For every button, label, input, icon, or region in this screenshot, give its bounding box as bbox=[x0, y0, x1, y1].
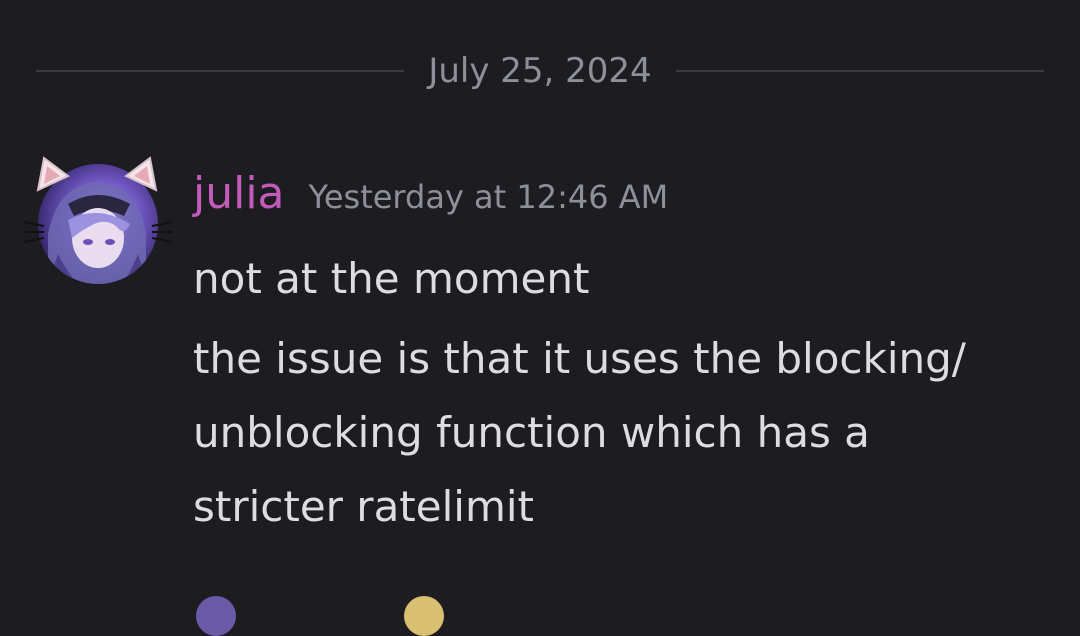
message-content[interactable]: the issue is that it uses the blocking/ … bbox=[193, 322, 1053, 544]
date-divider: July 25, 2024 bbox=[36, 48, 1045, 94]
cat-ear-icon bbox=[124, 156, 158, 192]
whiskers-icon bbox=[152, 221, 172, 243]
divider-line-left bbox=[36, 70, 405, 72]
avatar[interactable] bbox=[24, 156, 172, 292]
message-text: the issue is that it uses the blocking/ bbox=[193, 334, 966, 383]
message-header: julia Yesterday at 12:46 AM bbox=[193, 168, 1053, 236]
whiskers-icon bbox=[24, 221, 44, 243]
username[interactable]: julia bbox=[193, 168, 285, 219]
message-text: not at the moment bbox=[193, 254, 590, 303]
cat-ear-icon bbox=[36, 156, 70, 192]
message-content[interactable]: not at the moment bbox=[193, 242, 1053, 316]
message-text: unblocking function which has a bbox=[193, 408, 870, 457]
message-body: julia Yesterday at 12:46 AM not at the m… bbox=[193, 168, 1053, 544]
timestamp[interactable]: Yesterday at 12:46 AM bbox=[309, 178, 669, 216]
divider-line-right bbox=[675, 70, 1045, 72]
message-text: stricter ratelimit bbox=[193, 482, 535, 531]
reaction-emoji-icon bbox=[404, 596, 444, 636]
next-message-avatar bbox=[196, 596, 236, 636]
date-label: July 25, 2024 bbox=[428, 51, 652, 91]
